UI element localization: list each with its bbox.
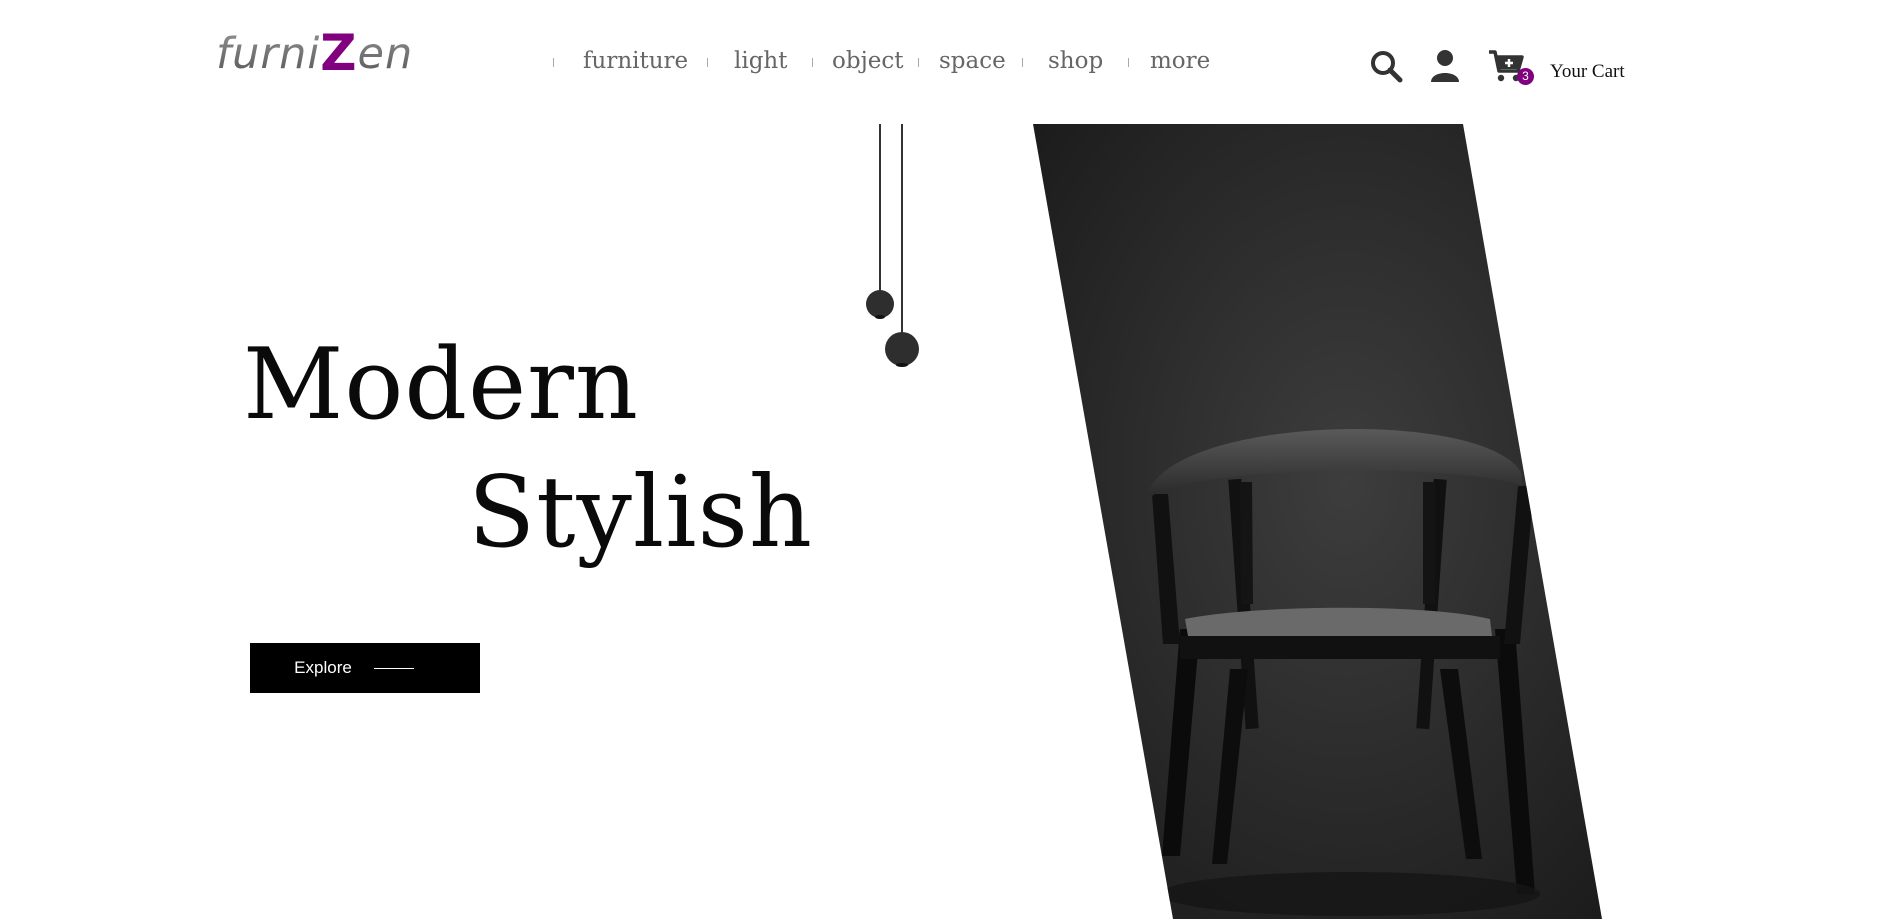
hero-title-line1: Modern bbox=[243, 328, 640, 442]
nav-item-object[interactable]: object bbox=[832, 48, 903, 74]
nav-divider bbox=[918, 58, 919, 67]
nav-item-light[interactable]: light bbox=[734, 48, 788, 74]
nav-item-furniture[interactable]: furniture bbox=[583, 48, 688, 74]
search-icon[interactable] bbox=[1369, 49, 1403, 83]
explore-button[interactable]: Explore bbox=[250, 643, 480, 693]
nav-item-shop[interactable]: shop bbox=[1048, 48, 1103, 74]
nav-item-more[interactable]: more bbox=[1150, 48, 1210, 74]
user-icon[interactable] bbox=[1430, 49, 1460, 83]
arrow-line-icon bbox=[373, 667, 414, 669]
logo-suffix: en bbox=[357, 29, 414, 79]
explore-button-label: Explore bbox=[294, 658, 352, 677]
nav-item-space[interactable]: space bbox=[939, 48, 1006, 74]
chair-hero-image bbox=[1033, 124, 1602, 919]
brand-logo[interactable]: furniZen bbox=[216, 22, 414, 82]
logo-accent: Z bbox=[320, 24, 358, 82]
nav-divider bbox=[1128, 58, 1129, 67]
cart-label[interactable]: Your Cart bbox=[1550, 61, 1625, 83]
hero-title-line2: Stylish bbox=[468, 456, 813, 570]
pendant-lamps-image bbox=[866, 124, 919, 367]
logo-prefix: furni bbox=[216, 29, 321, 79]
nav-divider bbox=[812, 58, 813, 67]
nav-divider bbox=[1022, 58, 1023, 67]
nav-divider bbox=[707, 58, 708, 67]
cart-count-badge: 3 bbox=[1517, 68, 1534, 85]
nav-divider bbox=[553, 58, 554, 67]
